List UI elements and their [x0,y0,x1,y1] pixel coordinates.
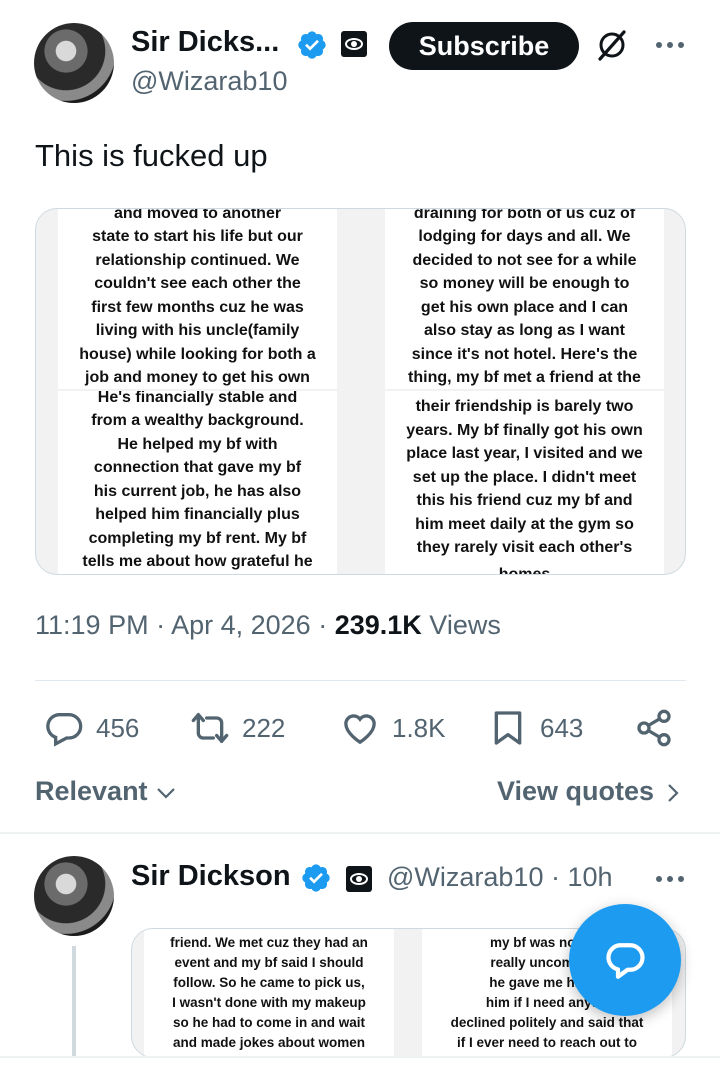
media-line: and moved to another [113,209,282,222]
views-label: Views [429,610,501,640]
tweet-time[interactable]: 11:19 PM [35,610,149,640]
reply-screenshot-left: friend. We met cuz they had an event and… [144,929,394,1057]
media-line: event and my bf said I should [174,955,364,970]
media-line: their friendship is barely two [415,398,634,415]
media-line: draining for both of us cuz of [413,209,636,222]
tweet-header: Sir Dicks... @Wizarab10 Subscribe [0,0,720,120]
chat-bubble-icon [606,943,645,979]
reply-handle-time[interactable]: @Wizarab10 · 10h [387,862,613,893]
media-line: his current job, he has also [93,483,302,500]
compose-reply-button[interactable] [569,904,681,1016]
divider [35,680,686,681]
author-handle[interactable]: @Wizarab10 [131,66,287,97]
affiliate-badge-icon [346,866,372,892]
media-line: He helped my bf with [117,436,278,453]
tweet-media[interactable]: and moved to another state to start his … [35,208,686,575]
media-line: couldn't see each other the [94,275,301,292]
view-quotes-link[interactable]: View quotes [497,776,680,807]
author-name[interactable]: Sir Dicks... [131,26,279,59]
media-line: follow. So he came to pick us, [173,975,365,990]
media-line: lodging for days and all. We [418,228,631,245]
media-line: this his friend cuz my bf and [416,492,633,509]
media-line: decided to not see for a while [412,252,637,269]
media-screenshot-bottom-left: He's financially stable and from a wealt… [58,391,337,574]
media-line: thing, my bf met a friend at the [408,369,641,386]
media-line: state to start his life but our [92,228,303,245]
reply-icon [46,713,83,747]
reply-author-name[interactable]: Sir Dickson [131,860,291,893]
media-line: friend. We met cuz they had an [170,935,368,950]
repost-icon [191,713,229,743]
media-line: from a wealthy background. [91,412,304,429]
media-line: get his own place and I can [420,299,629,316]
bookmark-count: 643 [540,712,584,743]
media-line: living with his uncle(family [95,322,300,339]
sort-label: Relevant [35,776,148,806]
media-line: I wasn't done with my makeup [172,995,366,1010]
media-line: so he had to come in and wait [172,1015,366,1030]
media-screenshot-top-right: draining for both of us cuz of lodging f… [385,209,664,389]
media-line: if I ever need to reach out to [456,1035,638,1050]
repost-count: 222 [242,712,286,743]
more-options-icon[interactable] [654,874,686,884]
tweet-text: This is fucked up [35,138,268,173]
reply-avatar[interactable] [34,856,114,936]
like-count: 1.8K [392,712,446,743]
grok-icon[interactable] [594,27,630,63]
media-line: relationship continued. We [95,252,300,269]
media-line: He's financially stable and [97,391,298,406]
media-line: homes [498,566,551,575]
media-screenshot-top-left: and moved to another state to start his … [58,209,337,389]
chevron-down-icon [157,788,175,799]
tweet-meta: 11:19 PM · Apr 4, 2026 · 239.1K Views [35,610,501,640]
bookmark-button[interactable]: 643 [488,706,583,750]
media-line: helped him financially plus [95,506,300,523]
share-icon [637,709,671,747]
media-line: place last year, I visited and we [406,445,643,462]
media-line: set up the place. I didn't meet [412,469,637,486]
verified-badge-icon [302,864,330,892]
media-line: they rarely visit each other's [416,539,633,556]
media-line: so money will be enough to [419,275,630,292]
media-line: declined politely and said that [450,1015,644,1030]
media-line: also stay as long as I want [424,322,625,339]
media-line: years. My bf finally got his own [406,422,643,439]
media-line: and made jokes about women [172,1035,366,1050]
tweet-date[interactable]: Apr 4, 2026 [171,610,311,640]
heart-icon [344,714,376,745]
views-count: 239.1K [334,610,422,640]
thread-line [72,946,76,1056]
media-line: completing my bf rent. My bf [88,530,307,547]
media-line: first few months cuz he was [91,299,304,316]
media-line: house) while looking for both a [79,346,316,363]
section-divider [0,832,720,834]
bookmark-icon [494,711,522,745]
verified-badge-icon [298,31,326,59]
media-line: tells me about how grateful he [82,553,313,570]
media-line: him meet daily at the gym so [415,516,634,533]
reply-button[interactable]: 456 [44,706,139,750]
bottom-divider [0,1056,720,1058]
subscribe-button[interactable]: Subscribe [389,22,579,70]
reply-count: 456 [96,712,140,743]
view-quotes-label: View quotes [497,776,655,806]
media-line: connection that gave my bf [93,459,302,476]
share-button[interactable] [634,706,686,750]
chevron-right-icon [667,784,679,802]
affiliate-badge-icon [341,31,367,57]
author-avatar[interactable] [34,23,114,103]
media-screenshot-bottom-right: their friendship is barely two years. My… [385,391,664,575]
repost-button[interactable]: 222 [190,706,285,750]
media-line: since it's not hotel. Here's the [411,346,638,363]
like-button[interactable]: 1.8K [340,706,446,750]
more-options-icon[interactable] [654,40,686,50]
sort-dropdown[interactable]: Relevant [35,776,177,807]
media-line: job and money to get his own [85,369,310,386]
